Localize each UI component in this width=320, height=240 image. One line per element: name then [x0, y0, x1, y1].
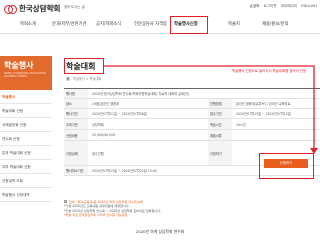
- gnb-item-divisions[interactable]: 분과/지부/관련기관: [52, 21, 87, 27]
- table-row: 신청비용 25,000/40,000 제출서류: [64, 130, 320, 141]
- quick-link-about[interactable]: 학회 소개: [40, 5, 54, 10]
- gnb-item-certificate[interactable]: 전문상담사 자격증: [134, 21, 167, 27]
- row-value: 접수진행: [92, 151, 104, 156]
- breadcrumb-item-current[interactable]: 학술대회: [89, 77, 101, 81]
- row-value: 2020년07월21일 ~ 2020년07월26일: [92, 112, 147, 116]
- row-label: 접수기간: [208, 109, 232, 118]
- side-nav-item-events[interactable]: 학술행사: [0, 90, 52, 104]
- section-title: 학술행사: [4, 61, 34, 70]
- logo-icon: [4, 4, 17, 14]
- row-label: 행사취소기간: [64, 166, 88, 175]
- row-value: 25,000/40,000: [92, 133, 116, 137]
- row-label: 제출서류: [208, 130, 232, 140]
- gnb-item-recruit[interactable]: 채용/홍보/문의: [262, 21, 289, 27]
- title-highlight-box: [64, 58, 104, 74]
- table-row: 행사명 2020년 한국상담학회 연수회(학회차원학술대회) 치료적 대화와 실…: [64, 89, 320, 99]
- row-label: 주최기관: [64, 119, 88, 129]
- gnb-item-about[interactable]: 학회소개: [20, 21, 36, 27]
- breadcrumb: 학술행사 > 학술대회: [66, 76, 101, 81]
- side-nav: 학술행사 학술대회 신청 사례발표회 신청 연수회 신청 분과 학술대회 신청 …: [0, 90, 52, 202]
- gnb-item-journal[interactable]: 학술지: [228, 21, 240, 27]
- row-label: 진행방법: [208, 99, 232, 108]
- user-name: 손성하: [249, 4, 260, 8]
- row-value: 온라인 생중계(유튜브) / 온라인 교육자료: [236, 102, 291, 106]
- quick-link-directions[interactable]: 찾아오시는 길: [64, 5, 85, 10]
- english-link[interactable]: ENGLISH: [301, 4, 317, 9]
- apply-highlight-box: [259, 153, 314, 179]
- gnb-item-notice[interactable]: 공지/학회소식: [96, 21, 121, 27]
- home-icon[interactable]: [66, 76, 70, 81]
- side-nav-item-conference[interactable]: 학술대회 신청: [0, 104, 52, 118]
- row-label: 행사기간: [64, 109, 88, 118]
- row-label: 신청하기: [208, 141, 232, 165]
- table-row: 장소 (서울)온라인 생중계 진행방법 온라인 생중계(유튜브) / 온라인 교…: [64, 99, 320, 109]
- attachments: 첨부 : KCA교육과-종-2020년 하계 상담학회 연수회.pdf *기술 …: [64, 200, 161, 217]
- attachment-icon: [64, 200, 67, 203]
- global-nav: 학회소개 분과/지부/관련기관 공지/학회소식 전문상담사 자격증 학술행사신청…: [0, 16, 320, 34]
- side-nav-item-division[interactable]: 분과 학술대회 신청: [0, 146, 52, 160]
- instruction-annotation: 학술행사 신청으로 들어가서 학술대회를 찾아서 신청: [232, 69, 307, 73]
- content-heading: 2020년 하계 상담학회 연수회: [135, 229, 185, 234]
- row-label: 학습시간: [208, 119, 232, 129]
- mypage-link[interactable]: 마이페이지: [281, 4, 298, 9]
- row-label: 신청상태: [64, 141, 88, 165]
- side-nav-item-branch[interactable]: 지부 학술대회 신청: [0, 160, 52, 174]
- logout-link[interactable]: 로그아웃: [263, 4, 276, 9]
- top-bar: 한국상담학회 학회 소개 찾아오시는 길 손성하 로그아웃 마이페이지 ENGL…: [0, 0, 320, 16]
- row-value: 상담학회: [92, 122, 104, 127]
- row-value: 10시간: [236, 122, 246, 127]
- row-value: 2020년 한국상담학회 연수회(학회차원학술대회) 치료적 대화와 실제(안): [92, 92, 190, 96]
- row-label: 행사명: [64, 89, 88, 98]
- row-label: 장소: [64, 99, 88, 108]
- row-value: (서울)온라인 생중계: [92, 102, 119, 106]
- row-value: 2020년07월13일 ~ 2020년07월15일: [236, 112, 291, 116]
- table-row: 행사기간 2020년07월21일 ~ 2020년07월26일 접수기간 2020…: [64, 109, 320, 119]
- side-nav-item-case[interactable]: 사례발표회 신청: [0, 118, 52, 132]
- section-subtitle: KOREA COUNSELING ASSOCIATION ACADEMIC EV…: [4, 72, 46, 79]
- breadcrumb-item[interactable]: 학술행사: [73, 77, 85, 81]
- utility-links: 손성하 로그아웃 마이페이지 ENGLISH: [250, 4, 317, 9]
- side-nav-item-my-events[interactable]: 학술행사 신청내역: [0, 188, 52, 202]
- gnb-highlight-box: [170, 16, 208, 34]
- row-label: 신청비용: [64, 130, 88, 140]
- table-row: 주최기관 상담학회 학습시간 10시간: [64, 119, 320, 130]
- side-nav-item-history[interactable]: 신청내역 조회: [0, 174, 52, 188]
- side-nav-item-training[interactable]: 연수회 신청: [0, 132, 52, 146]
- attachment-note: *학술 자료 한국상담학회 사이버 연수원 가능일정: [64, 212, 128, 217]
